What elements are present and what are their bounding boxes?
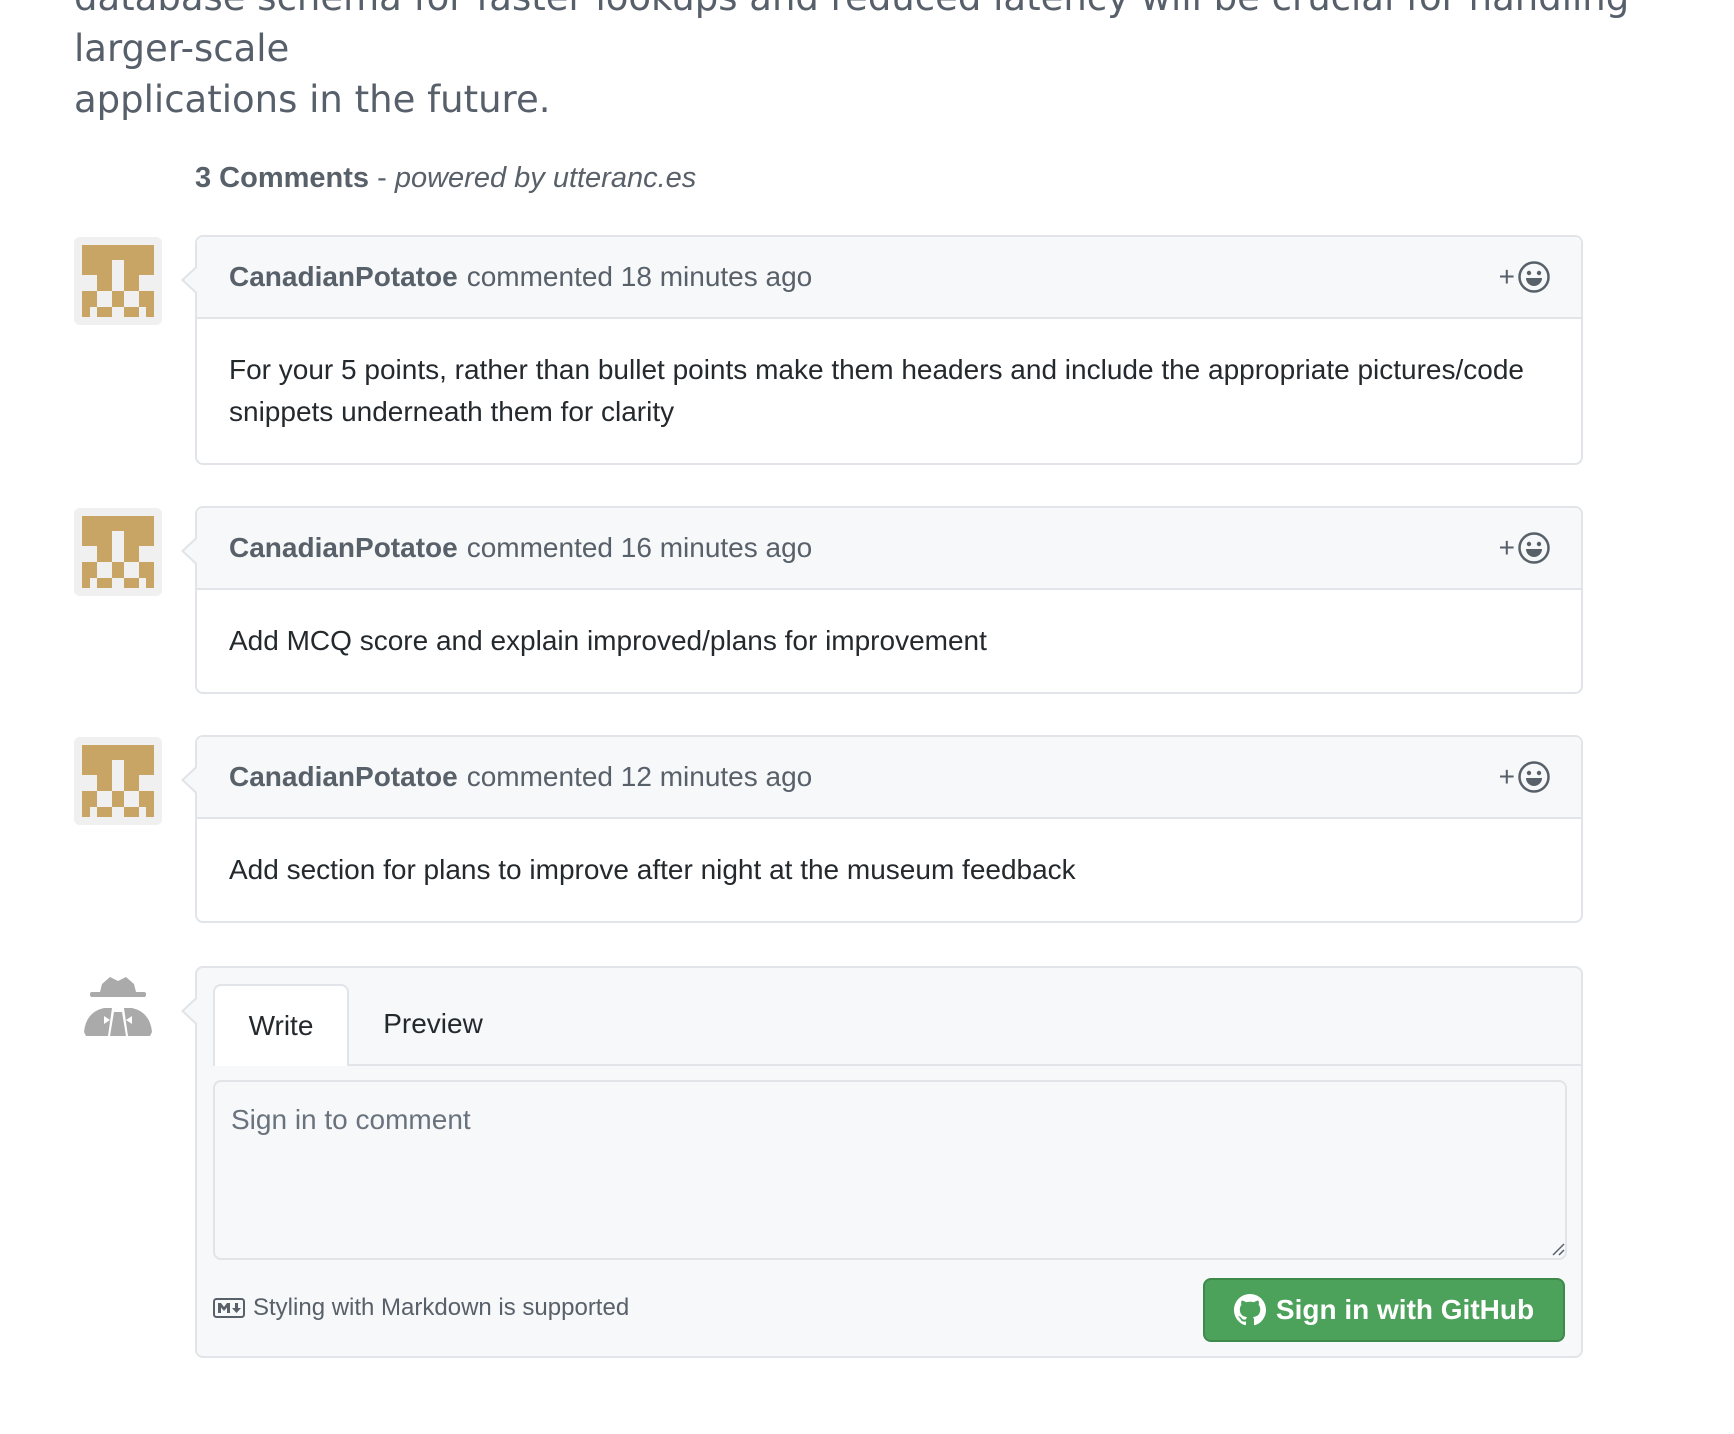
comment-author-link[interactable]: CanadianPotatoe xyxy=(229,261,458,293)
tab-write[interactable]: Write xyxy=(213,984,349,1066)
comment-author-link[interactable]: CanadianPotatoe xyxy=(229,761,458,793)
comments-count: 3 Comments xyxy=(195,162,370,194)
markdown-hint[interactable]: Styling with Markdown is supported xyxy=(213,1294,629,1322)
sign-in-with-github-button[interactable]: Sign in with GitHub xyxy=(1203,1278,1565,1342)
comment-timestamp-link[interactable]: 12 minutes ago xyxy=(621,761,812,793)
comment-textarea[interactable] xyxy=(213,1080,1567,1260)
smiley-icon xyxy=(1518,761,1550,793)
powered-by: powered by utteranc.es xyxy=(394,162,697,194)
add-reaction-button[interactable]: + xyxy=(1499,760,1551,794)
new-comment-form: Write Preview Styling with Markdown is s… xyxy=(181,966,1583,1358)
comment-timestamp-link[interactable]: 18 minutes ago xyxy=(621,261,812,293)
comment: CanadianPotatoe commented 12 minutes ago… xyxy=(181,735,1583,923)
comment-action: commented xyxy=(466,761,613,792)
comment-header: CanadianPotatoe commented 12 minutes ago… xyxy=(197,737,1581,819)
article-paragraph: database schema for faster lookups and r… xyxy=(74,0,1674,125)
identicon-icon xyxy=(74,508,162,596)
resize-grip-icon[interactable] xyxy=(1551,1242,1565,1256)
avatar[interactable] xyxy=(74,237,162,325)
markdown-icon xyxy=(213,1298,245,1318)
comment: CanadianPotatoe commented 16 minutes ago… xyxy=(181,506,1583,694)
add-reaction-button[interactable]: + xyxy=(1499,531,1551,565)
smiley-icon xyxy=(1518,261,1550,293)
comment-header: CanadianPotatoe commented 18 minutes ago… xyxy=(197,237,1581,319)
article-line-1: database schema for faster lookups and r… xyxy=(74,0,1629,70)
smiley-icon xyxy=(1518,532,1550,564)
comment-header: CanadianPotatoe commented 16 minutes ago… xyxy=(197,508,1581,590)
avatar[interactable] xyxy=(74,737,162,825)
comment-body: Add section for plans to improve after n… xyxy=(229,854,1076,885)
comments-header-separator: - xyxy=(369,162,395,194)
comment: CanadianPotatoe commented 18 minutes ago… xyxy=(181,235,1583,465)
comment-action: commented xyxy=(466,532,613,563)
plus-label: + xyxy=(1498,261,1515,292)
plus-label: + xyxy=(1498,761,1515,792)
article-line-2: applications in the future. xyxy=(74,78,551,121)
plus-label: + xyxy=(1498,532,1515,563)
github-mark-icon xyxy=(1233,1294,1266,1326)
anonymous-user-icon xyxy=(74,968,162,1056)
comment-timestamp-link[interactable]: 16 minutes ago xyxy=(621,532,812,564)
comment-action: commented xyxy=(466,261,613,292)
markdown-hint-label: Styling with Markdown is supported xyxy=(253,1294,630,1321)
comment-body: Add MCQ score and explain improved/plans… xyxy=(229,625,987,656)
identicon-icon xyxy=(74,737,162,825)
editor-tabs: Write Preview xyxy=(213,984,1581,1066)
identicon-icon xyxy=(74,237,162,325)
comments-header: 3 Comments - powered by utteranc.es xyxy=(195,162,696,195)
comment-body: For your 5 points, rather than bullet po… xyxy=(229,354,1524,427)
sign-in-label: Sign in with GitHub xyxy=(1275,1294,1535,1325)
add-reaction-button[interactable]: + xyxy=(1499,260,1551,294)
comment-author-link[interactable]: CanadianPotatoe xyxy=(229,532,458,564)
tab-preview[interactable]: Preview xyxy=(363,984,503,1064)
avatar[interactable] xyxy=(74,508,162,596)
